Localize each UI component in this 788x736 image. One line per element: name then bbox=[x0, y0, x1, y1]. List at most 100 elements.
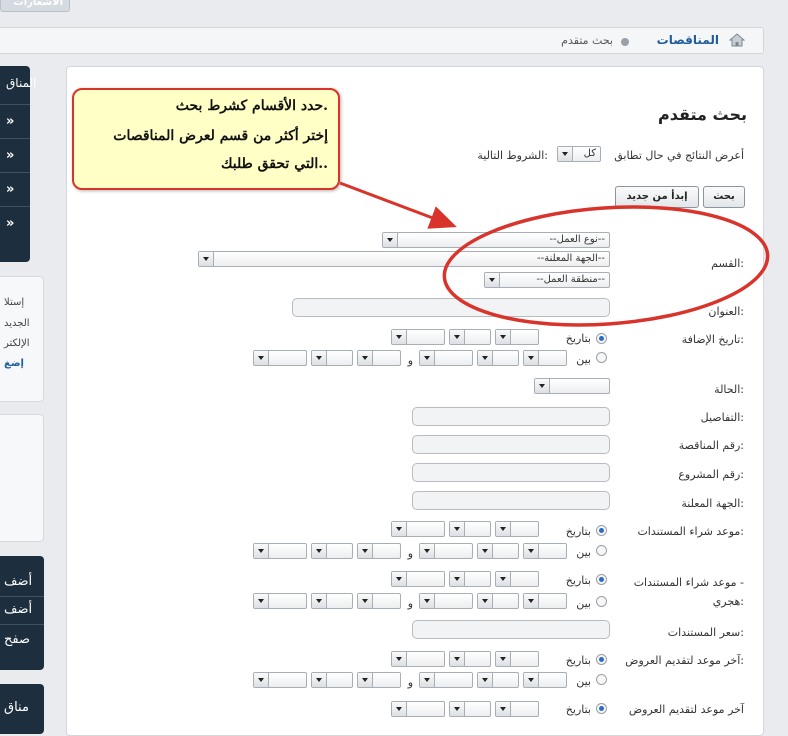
year-select[interactable] bbox=[253, 543, 307, 559]
month-select[interactable] bbox=[311, 543, 353, 559]
month-select[interactable] bbox=[311, 672, 353, 688]
date-between-radio[interactable] bbox=[596, 596, 607, 607]
status-select[interactable] bbox=[534, 378, 610, 394]
between-label: بين bbox=[576, 353, 591, 366]
docs-date-hijri-label: موعد شراء المستندات - bbox=[633, 576, 744, 589]
year-select[interactable] bbox=[253, 593, 307, 609]
day-select[interactable] bbox=[357, 672, 401, 688]
date-between-radio[interactable] bbox=[596, 545, 607, 556]
sidebar-item-add[interactable]: أضف bbox=[4, 602, 32, 617]
home-icon[interactable] bbox=[729, 33, 745, 47]
date-between-radio[interactable] bbox=[596, 352, 607, 363]
on-date-label: بتاريخ bbox=[565, 654, 591, 667]
date-on-radio[interactable] bbox=[596, 703, 607, 714]
issuer-select[interactable]: --الجهة المعلنة-- bbox=[198, 251, 610, 267]
month-select[interactable] bbox=[449, 651, 491, 667]
year-select[interactable] bbox=[391, 701, 445, 717]
and-label: و bbox=[407, 547, 413, 560]
breadcrumb-link-tenders[interactable]: المناقصات bbox=[657, 33, 719, 47]
on-date-label: بتاريخ bbox=[565, 703, 591, 716]
month-select[interactable] bbox=[477, 672, 519, 688]
year-select[interactable] bbox=[419, 350, 473, 366]
added-date-label: تاريخ الإضافة: bbox=[681, 333, 744, 346]
breadcrumb-separator-icon bbox=[621, 38, 629, 46]
year-select[interactable] bbox=[419, 672, 473, 688]
between-label: بين bbox=[576, 546, 591, 559]
day-select[interactable] bbox=[495, 571, 539, 587]
day-select[interactable] bbox=[357, 543, 401, 559]
month-select[interactable] bbox=[477, 543, 519, 559]
sidebar-item-add[interactable]: أضف bbox=[4, 574, 32, 589]
section-label: القسم: bbox=[711, 257, 744, 270]
and-label: و bbox=[407, 354, 413, 367]
date-on-radio[interactable] bbox=[596, 574, 607, 585]
offers-deadline-label: آخر موعد لتقديم العروض: bbox=[625, 654, 744, 667]
year-select[interactable] bbox=[253, 672, 307, 688]
sidebar-item-page[interactable]: صفح bbox=[4, 632, 30, 647]
month-select[interactable] bbox=[477, 593, 519, 609]
status-label: الحالة: bbox=[714, 383, 744, 396]
tender-no-input[interactable] bbox=[412, 435, 610, 454]
work-region-select[interactable]: --منطقة العمل-- bbox=[484, 272, 610, 288]
details-label: التفاصيل: bbox=[700, 411, 744, 424]
day-select[interactable] bbox=[523, 593, 567, 609]
day-select[interactable] bbox=[357, 593, 401, 609]
day-select[interactable] bbox=[523, 350, 567, 366]
match-prefix-label: أعرض النتائج في حال تطابق bbox=[614, 149, 744, 162]
title-input[interactable] bbox=[292, 298, 610, 317]
chevron-icon[interactable]: » bbox=[6, 114, 14, 129]
on-date-label: بتاريخ bbox=[565, 525, 591, 538]
year-select[interactable] bbox=[391, 521, 445, 537]
month-select[interactable] bbox=[311, 593, 353, 609]
match-suffix-label: الشروط التالية: bbox=[477, 149, 548, 162]
date-on-radio[interactable] bbox=[596, 525, 607, 536]
year-select[interactable] bbox=[419, 593, 473, 609]
docs-price-input[interactable] bbox=[412, 620, 610, 639]
date-between-radio[interactable] bbox=[596, 674, 607, 685]
sidebar-text: إستلا bbox=[4, 297, 25, 308]
year-select[interactable] bbox=[253, 350, 307, 366]
day-select[interactable] bbox=[495, 701, 539, 717]
chevron-icon[interactable]: » bbox=[6, 216, 14, 231]
sidebar-box-title: مناق bbox=[4, 700, 29, 715]
tooltip-line: إختر أكثر من قسم لعرض المناقصات bbox=[113, 128, 328, 144]
work-type-select[interactable]: --نوع العمل-- bbox=[382, 232, 610, 248]
month-select[interactable] bbox=[449, 701, 491, 717]
sidebar-link[interactable]: إضغ bbox=[4, 358, 24, 369]
docs-price-label: سعر المستندات: bbox=[667, 626, 744, 639]
reset-button[interactable]: إبدأ من جديد bbox=[615, 186, 699, 208]
offers-deadline-2-label: آخر موعد لتقديم العروض bbox=[628, 703, 744, 716]
search-button[interactable]: بحث bbox=[703, 186, 745, 208]
date-on-radio[interactable] bbox=[596, 333, 607, 344]
day-select[interactable] bbox=[523, 543, 567, 559]
chevron-icon[interactable]: » bbox=[6, 148, 14, 163]
day-select[interactable] bbox=[523, 672, 567, 688]
month-select[interactable] bbox=[311, 350, 353, 366]
month-select[interactable] bbox=[477, 350, 519, 366]
on-date-label: بتاريخ bbox=[565, 332, 591, 345]
breadcrumb: المناقصات بحث متقدم bbox=[0, 27, 764, 54]
details-input[interactable] bbox=[412, 407, 610, 426]
project-no-input[interactable] bbox=[412, 463, 610, 482]
match-select[interactable]: كل bbox=[557, 146, 601, 162]
issuer-input[interactable] bbox=[412, 491, 610, 510]
top-stub-label: الاشعارات bbox=[13, 0, 63, 8]
sidebar-box-tenders: المناق » » » » bbox=[0, 66, 37, 262]
day-select[interactable] bbox=[495, 521, 539, 537]
year-select[interactable] bbox=[391, 329, 445, 345]
day-select[interactable] bbox=[495, 329, 539, 345]
date-on-radio[interactable] bbox=[596, 654, 607, 665]
chevron-icon[interactable]: » bbox=[6, 182, 14, 197]
month-select[interactable] bbox=[449, 329, 491, 345]
day-select[interactable] bbox=[357, 350, 401, 366]
docs-date-hijri-label-2: هجري: bbox=[712, 595, 744, 608]
year-select[interactable] bbox=[391, 651, 445, 667]
month-select[interactable] bbox=[449, 521, 491, 537]
top-menu-stub[interactable]: الاشعارات bbox=[0, 0, 70, 12]
day-select[interactable] bbox=[495, 651, 539, 667]
year-select[interactable] bbox=[391, 571, 445, 587]
on-date-label: بتاريخ bbox=[565, 574, 591, 587]
month-select[interactable] bbox=[449, 571, 491, 587]
year-select[interactable] bbox=[419, 543, 473, 559]
tender-no-label: رقم المناقصة: bbox=[678, 439, 744, 452]
